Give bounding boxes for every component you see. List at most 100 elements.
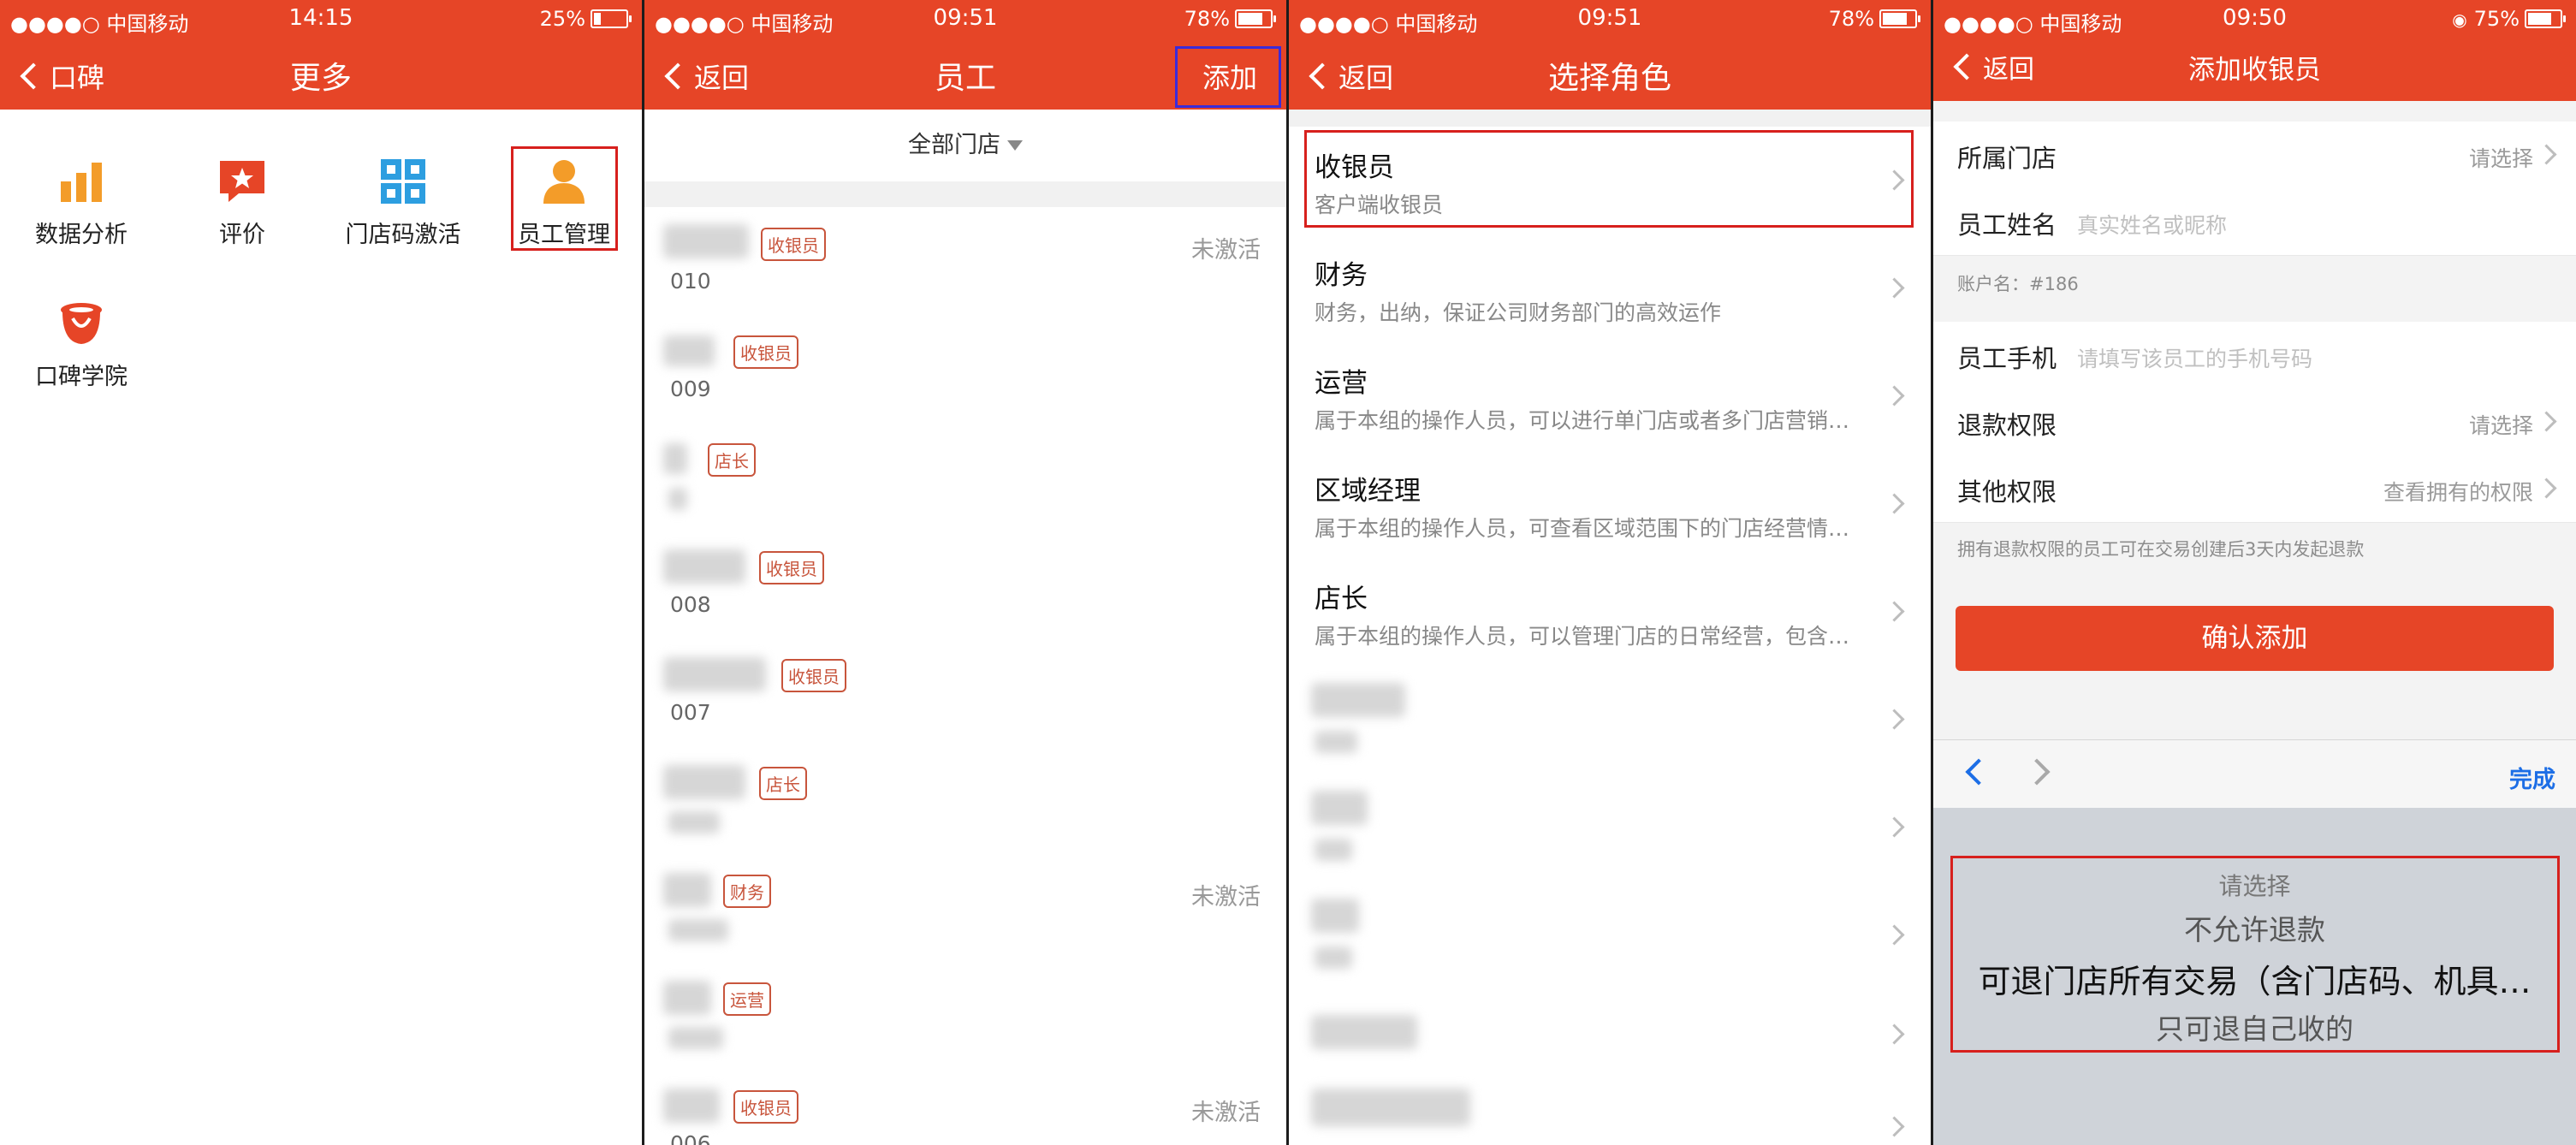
done-button[interactable]: 完成 bbox=[2509, 761, 2555, 794]
role-tag: 收银员 bbox=[733, 1090, 798, 1124]
table-row[interactable]: 收银员 008 bbox=[644, 531, 1286, 639]
status-bar: ●●●●○ 中国移动 14:15 25% bbox=[0, 0, 642, 38]
rotation-lock-icon: ◉ bbox=[2452, 9, 2467, 30]
tile-label: 评价 bbox=[219, 222, 265, 248]
role-tag: 收银员 bbox=[733, 335, 798, 369]
field-label: 所属门店 bbox=[1957, 144, 2057, 173]
nav-bar: 返回 添加收银员 bbox=[1933, 34, 2576, 106]
account-name-note: 账户名：#186 bbox=[1957, 274, 2079, 294]
role-item-blurred[interactable] bbox=[1289, 774, 1931, 882]
battery-status: ◉ 75% bbox=[2452, 7, 2566, 31]
star-speech-icon bbox=[217, 156, 268, 207]
tile-review[interactable]: 评价 bbox=[165, 156, 319, 249]
role-description: 财务，出纳，保证公司财务部门的高效运作 bbox=[1315, 300, 1722, 325]
form-row-store[interactable]: 所属门店 请选择 bbox=[1933, 122, 2576, 189]
tile-koubei-academy[interactable]: 口碑学院 bbox=[4, 298, 158, 391]
blurred-code bbox=[668, 919, 728, 941]
store-select[interactable]: 请选择 bbox=[2469, 142, 2533, 173]
refund-select[interactable]: 请选择 bbox=[2469, 409, 2533, 440]
blurred-name bbox=[663, 981, 711, 1015]
blurred-name bbox=[663, 873, 711, 907]
table-row[interactable]: 收银员 007 bbox=[644, 638, 1286, 747]
role-name: 店长 bbox=[1315, 584, 1368, 614]
section-gap bbox=[644, 181, 1286, 207]
chevron-right-icon bbox=[2536, 478, 2557, 499]
role-tag: 店长 bbox=[708, 443, 756, 477]
employee-code: 010 bbox=[670, 269, 711, 294]
table-row[interactable]: 店长 bbox=[644, 746, 1286, 855]
table-row[interactable]: 收银员 006 未激活 bbox=[644, 1070, 1286, 1145]
role-item-blurred[interactable] bbox=[1289, 989, 1931, 1076]
blurred-code bbox=[668, 811, 720, 834]
table-row[interactable]: 收银员 010 未激活 bbox=[644, 207, 1286, 316]
blurred-name bbox=[663, 657, 766, 691]
form-row-phone[interactable]: 员工手机 请填写该员工的手机号码 bbox=[1933, 322, 2576, 389]
blurred-name bbox=[663, 549, 745, 584]
highlight-box bbox=[1950, 856, 2560, 1053]
employee-code: 009 bbox=[670, 377, 711, 401]
blurred-name bbox=[663, 335, 715, 366]
tile-store-code[interactable]: 门店码激活 bbox=[326, 156, 480, 249]
screen-staff-list: ●●●●○ 中国移动 09:51 78% 返回 员工 添加 全部门店 收银员 0… bbox=[644, 0, 1286, 1145]
battery-status: 25% bbox=[540, 7, 632, 31]
blurred-code bbox=[668, 488, 687, 510]
refund-note: 拥有退款权限的员工可在交易创建后3天内发起退款 bbox=[1957, 539, 2365, 560]
battery-status: 78% bbox=[1829, 7, 1920, 31]
bar-chart-icon bbox=[56, 156, 107, 207]
confirm-add-button[interactable]: 确认添加 bbox=[1956, 606, 2554, 671]
other-permissions-link[interactable]: 查看拥有的权限 bbox=[2383, 476, 2533, 507]
role-name: 区域经理 bbox=[1315, 476, 1421, 507]
screen-more: ●●●●○ 中国移动 14:15 25% 口碑 更多 数据分析 评价 门店码激活… bbox=[0, 0, 642, 1145]
field-label: 员工姓名 bbox=[1957, 211, 2057, 240]
qr-code-icon bbox=[377, 156, 429, 207]
role-name: 财务 bbox=[1315, 260, 1368, 291]
page-title: 更多 bbox=[289, 61, 352, 96]
next-arrow-icon[interactable] bbox=[2023, 758, 2051, 786]
chevron-right-icon bbox=[1884, 1116, 1905, 1137]
name-input[interactable]: 真实姓名或昵称 bbox=[2077, 209, 2227, 240]
header: ●●●●○ 中国移动 09:51 78% 返回 选择角色 bbox=[1289, 0, 1931, 110]
blurred-name bbox=[663, 1089, 720, 1123]
chevron-right-icon bbox=[2536, 144, 2557, 165]
header: ●●●●○ 中国移动 09:50 ◉ 75% 返回 添加收银员 bbox=[1933, 0, 2576, 101]
role-item-store-manager[interactable]: 店长 属于本组的操作人员，可以管理门店的日常经营，包含… bbox=[1289, 558, 1931, 667]
role-item-blurred[interactable] bbox=[1289, 881, 1931, 990]
tile-label: 数据分析 bbox=[35, 222, 128, 248]
activation-status: 未激活 bbox=[1191, 884, 1261, 911]
page-title: 添加收银员 bbox=[2188, 55, 2321, 86]
tile-data-analysis[interactable]: 数据分析 bbox=[4, 156, 158, 249]
table-row[interactable]: 财务 未激活 bbox=[644, 854, 1286, 963]
employee-code: 006 bbox=[670, 1131, 711, 1145]
role-item-finance[interactable]: 财务 财务，出纳，保证公司财务部门的高效运作 bbox=[1289, 234, 1931, 343]
blurred-name bbox=[663, 224, 749, 258]
store-filter[interactable]: 全部门店 bbox=[644, 110, 1286, 181]
status-bar: ●●●●○ 中国移动 09:51 78% bbox=[1289, 0, 1931, 38]
highlight-box bbox=[511, 146, 618, 251]
phone-input[interactable]: 请填写该员工的手机号码 bbox=[2077, 342, 2312, 373]
role-tag: 运营 bbox=[723, 982, 771, 1016]
chevron-right-icon bbox=[1884, 277, 1905, 299]
role-item-operations[interactable]: 运营 属于本组的操作人员，可以进行单门店或者多门店营销… bbox=[1289, 342, 1931, 451]
table-row[interactable]: 店长 bbox=[644, 423, 1286, 531]
page-title: 选择角色 bbox=[1547, 61, 1671, 96]
role-tag: 店长 bbox=[759, 767, 807, 800]
role-item-regional-manager[interactable]: 区域经理 属于本组的操作人员，可查看区域范围下的门店经营情… bbox=[1289, 450, 1931, 559]
tile-label: 门店码激活 bbox=[345, 222, 461, 248]
field-label: 退款权限 bbox=[1957, 411, 2057, 440]
role-item-blurred[interactable] bbox=[1289, 1075, 1931, 1145]
battery-icon bbox=[1879, 9, 1920, 28]
employee-code: 008 bbox=[670, 592, 711, 617]
battery-icon bbox=[591, 9, 632, 28]
field-label: 员工手机 bbox=[1957, 344, 2057, 373]
form-row-other-permissions[interactable]: 其他权限 查看拥有的权限 bbox=[1933, 455, 2576, 523]
role-description: 属于本组的操作人员，可查看区域范围下的门店经营情… bbox=[1315, 516, 1850, 541]
chevron-right-icon bbox=[1884, 601, 1905, 622]
activation-status: 未激活 bbox=[1191, 1100, 1261, 1126]
table-row[interactable]: 运营 bbox=[644, 962, 1286, 1071]
role-item-blurred[interactable] bbox=[1289, 666, 1931, 774]
field-label: 其他权限 bbox=[1957, 478, 2057, 507]
form-row-name[interactable]: 员工姓名 真实姓名或昵称 bbox=[1933, 188, 2576, 256]
form-row-refund[interactable]: 退款权限 请选择 bbox=[1933, 389, 2576, 456]
table-row[interactable]: 收银员 009 bbox=[644, 315, 1286, 424]
prev-arrow-icon[interactable] bbox=[1965, 758, 1992, 786]
